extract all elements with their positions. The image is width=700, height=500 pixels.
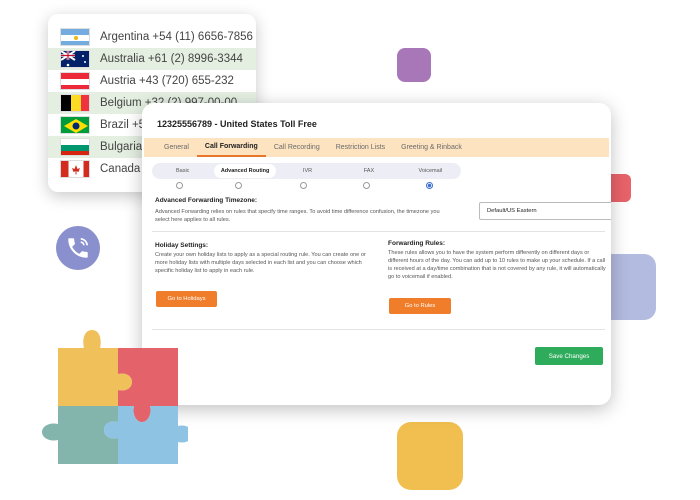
puzzle-pieces-illustration <box>38 326 192 473</box>
subtab-voicemail[interactable]: Voicemail <box>400 163 461 179</box>
forwarding-mode-tabs: Basic Advanced Routing IVR FAX Voicemail <box>152 163 461 179</box>
phone-call-icon <box>56 226 100 270</box>
canada-flag-icon <box>60 160 90 178</box>
go-to-holidays-button[interactable]: Go to Holidays <box>156 291 217 307</box>
save-changes-button[interactable]: Save Changes <box>535 347 603 365</box>
tab-call-recording[interactable]: Call Recording <box>266 138 328 157</box>
bulgaria-flag-icon <box>60 138 90 156</box>
timezone-description: Advanced Forwarding relies on rules that… <box>155 209 440 224</box>
page-title: 12325556789 - United States Toll Free <box>157 119 317 129</box>
country-row-argentina[interactable]: Argentina +54 (11) 6656-7856 <box>48 26 256 48</box>
tab-call-forwarding[interactable]: Call Forwarding <box>196 138 266 157</box>
forwarding-rules-title: Forwarding Rules: <box>388 240 446 247</box>
forwarding-rules-description: These rules allows you to have the syste… <box>388 250 606 281</box>
subtab-basic[interactable]: Basic <box>152 163 213 179</box>
radio-ivr[interactable] <box>300 182 307 189</box>
tab-greeting-rinback[interactable]: Greeting & Rinback <box>393 138 470 157</box>
yellow-square-decoration <box>397 422 463 490</box>
call-settings-window: 12325556789 - United States Toll Free Ge… <box>142 103 611 405</box>
divider <box>152 231 605 232</box>
settings-tab-bar: General Call Forwarding Call Recording R… <box>144 138 609 157</box>
argentina-flag-icon <box>60 28 90 46</box>
tab-restriction-lists[interactable]: Restriction Lists <box>328 138 393 157</box>
country-label: Austria +43 (720) 655-232 <box>100 75 234 87</box>
go-to-rules-button[interactable]: Go to Rules <box>389 298 451 314</box>
subtab-fax[interactable]: FAX <box>338 163 399 179</box>
timezone-title: Advanced Forwarding Timezone: <box>155 197 258 204</box>
belgium-flag-icon <box>60 94 90 112</box>
country-label: Australia +61 (2) 8996-3344 <box>100 53 243 65</box>
radio-basic[interactable] <box>176 182 183 189</box>
subtab-ivr[interactable]: IVR <box>277 163 338 179</box>
austria-flag-icon <box>60 72 90 90</box>
radio-fax[interactable] <box>363 182 370 189</box>
australia-flag-icon <box>60 50 90 68</box>
radio-voicemail[interactable] <box>426 182 433 189</box>
purple-square-decoration <box>397 48 431 82</box>
timezone-select-value: Default/US Eastern <box>487 208 537 214</box>
country-label: Argentina +54 (11) 6656-7856 <box>100 31 253 43</box>
brazil-flag-icon <box>60 116 90 134</box>
tab-general[interactable]: General <box>156 138 197 157</box>
country-row-australia[interactable]: Australia +61 (2) 8996-3344 <box>48 48 256 70</box>
holiday-settings-description: Create your own holiday lists to apply a… <box>155 252 366 275</box>
timezone-select[interactable]: Default/US Eastern <box>479 202 611 220</box>
country-row-austria[interactable]: Austria +43 (720) 655-232 <box>48 70 256 92</box>
holiday-settings-title: Holiday Settings: <box>155 242 209 249</box>
divider <box>152 329 605 330</box>
radio-advanced-routing[interactable] <box>235 182 242 189</box>
subtab-advanced-routing[interactable]: Advanced Routing <box>214 164 276 178</box>
